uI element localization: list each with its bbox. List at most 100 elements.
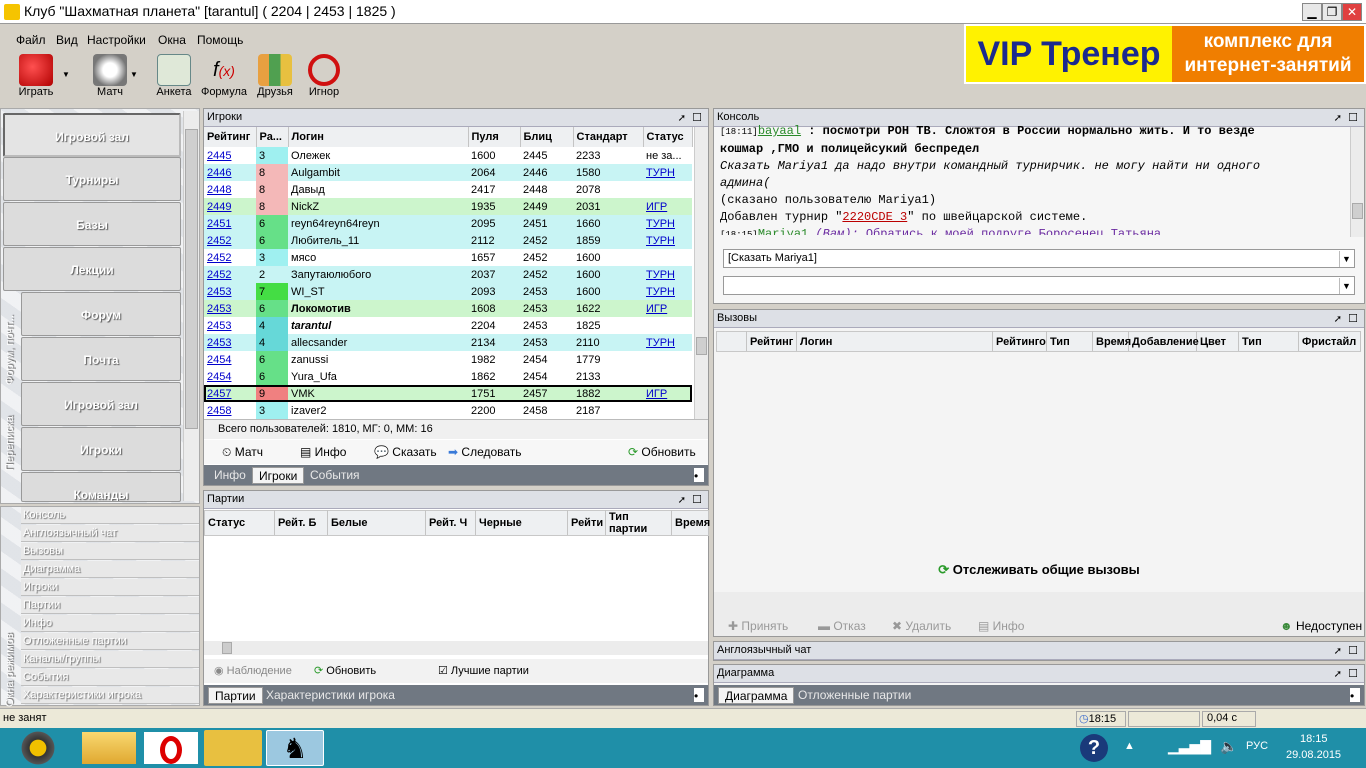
table-row[interactable]: 2457 9 VMK 1751 2457 1882 ИГР (204, 385, 692, 402)
nav-tournaments[interactable]: Турниры (3, 157, 181, 201)
nav-lectures[interactable]: Лекции (3, 247, 181, 291)
player-rating-link[interactable]: 2453 (204, 317, 256, 334)
match-action[interactable]: ⏲ Матч (222, 445, 263, 460)
games-refresh-button[interactable]: ⟳ Обновить (314, 664, 376, 677)
say-action[interactable]: 💬 Сказать (374, 445, 437, 459)
challenge-info-button[interactable]: ▤ Инфо (978, 619, 1024, 633)
taskbar-time[interactable]: 18:15 (1300, 733, 1328, 745)
games-col-header[interactable]: Рейт. Б (274, 510, 328, 536)
games-col-header[interactable]: Статус (204, 510, 275, 536)
menu-windows[interactable]: Окна (158, 33, 186, 47)
pin-icon[interactable]: ➚ (1334, 666, 1342, 683)
table-row[interactable]: 2454 6 zanussi 1982 2454 1779 (204, 351, 692, 368)
match-button[interactable]: Матч ▼ (80, 54, 140, 98)
tabs-menu-button[interactable]: • (694, 688, 704, 703)
table-row[interactable]: 2452 6 Любитель_11 2112 2452 1859 ТУРН (204, 232, 692, 249)
tab-player-stats[interactable]: Характеристики игрока (260, 687, 401, 704)
player-rating-link[interactable]: 2453 (204, 334, 256, 351)
player-rating-link[interactable]: 2454 (204, 368, 256, 385)
player-status[interactable]: ТУРН (643, 334, 692, 351)
tab-games[interactable]: Партии (208, 687, 263, 704)
games-col-header[interactable]: Рейти (567, 510, 606, 536)
profile-button[interactable]: Анкета (154, 54, 194, 98)
friends-button[interactable]: Друзья (254, 54, 296, 98)
table-row[interactable]: 2453 4 tarantul 2204 2453 1825 (204, 317, 692, 334)
players-col-header[interactable]: Ра... (256, 127, 289, 147)
player-rating-link[interactable]: 2449 (204, 198, 256, 215)
play-button[interactable]: Играть ▼ (6, 54, 70, 98)
table-row[interactable]: 2452 2 Запутаюлюбого 2037 2452 1600 ТУРН (204, 266, 692, 283)
nav-scroll-thumb[interactable] (185, 129, 198, 429)
table-row[interactable]: 2453 7 WI_ST 2093 2453 1600 ТУРН (204, 283, 692, 300)
console-scroll-thumb[interactable] (1352, 203, 1363, 219)
knight-app-icon[interactable]: ♞ (266, 730, 324, 766)
player-rating-link[interactable]: 2457 (204, 385, 256, 402)
players-col-header[interactable]: Стандарт (573, 127, 644, 147)
best-games-checkbox[interactable]: ☑ Лучшие партии (438, 664, 529, 677)
mode-diagram[interactable]: Диаграмма (21, 561, 199, 578)
formula-button[interactable]: f(x) Формула (200, 54, 248, 98)
player-status[interactable]: не за... (643, 147, 692, 164)
player-status[interactable]: ТУРН (643, 266, 692, 283)
table-row[interactable]: 2445 3 Олежек 1600 2445 2233 не за... (204, 147, 692, 164)
messaging-group-label[interactable]: Переписка (4, 411, 16, 471)
menu-help[interactable]: Помощь (197, 33, 243, 47)
player-rating-link[interactable]: 2445 (204, 147, 256, 164)
player-rating-link[interactable]: 2452 (204, 249, 256, 266)
nav-game-hall[interactable]: Игровой зал (3, 113, 181, 157)
delete-button[interactable]: ✖ Удалить (892, 619, 951, 633)
tabs-menu-button[interactable]: • (694, 468, 704, 483)
console-username[interactable]: Mariya1 (758, 227, 808, 235)
games-col-header[interactable]: Белые (327, 510, 426, 536)
tab-info[interactable]: Инфо (208, 467, 252, 484)
language-indicator[interactable]: РУС (1246, 740, 1268, 752)
network-icon[interactable]: ▁▃▅▇ (1168, 738, 1211, 755)
player-rating-link[interactable]: 2448 (204, 181, 256, 198)
tray-arrow-icon[interactable]: ▲ (1124, 740, 1135, 752)
mode-channels[interactable]: Каналы/группы (21, 651, 199, 668)
nav-mail[interactable]: Почта (21, 337, 181, 381)
table-row[interactable]: 2451 6 reyn64reyn64reyn 2095 2451 1660 ТУРН (204, 215, 692, 232)
chevron-down-icon[interactable]: ▼ (1339, 278, 1353, 294)
tab-adjourned[interactable]: Отложенные партии (792, 687, 917, 704)
player-status[interactable] (643, 249, 692, 266)
track-challenges-button[interactable]: ⟳ Отслеживать общие вызовы (714, 562, 1364, 578)
table-row[interactable]: 2452 3 мясо 1657 2452 1600 (204, 249, 692, 266)
console-scrollbar[interactable] (1350, 127, 1364, 237)
challenges-col-header[interactable]: Добавление (1128, 331, 1199, 352)
players-col-header[interactable]: Рейтинг (204, 127, 257, 147)
challenges-col-header[interactable]: Цвет (1196, 331, 1239, 352)
player-status[interactable]: ТУРН (643, 164, 692, 181)
volume-icon[interactable]: 🔈 (1220, 738, 1237, 755)
tab-diagram[interactable]: Диаграмма (718, 687, 795, 704)
say-to-select[interactable]: [Сказать Mariya1] ▼ (723, 249, 1355, 268)
tab-events[interactable]: События (304, 467, 366, 484)
menu-file[interactable]: Файл (16, 33, 46, 47)
player-status[interactable]: ТУРН (643, 215, 692, 232)
opera-icon[interactable] (142, 730, 200, 766)
player-status[interactable]: ТУРН (643, 283, 692, 300)
table-row[interactable]: 2453 6 Локомотив 1608 2453 1622 ИГР (204, 300, 692, 317)
nav-scrollbar[interactable] (183, 111, 199, 501)
media-player-icon[interactable] (18, 730, 58, 766)
command-input[interactable]: ▼ (723, 276, 1355, 295)
player-status[interactable]: ИГР (643, 198, 692, 215)
mode-players[interactable]: Игроки (21, 579, 199, 596)
menu-view[interactable]: Вид (56, 33, 78, 47)
player-rating-link[interactable]: 2446 (204, 164, 256, 181)
nav-msg-teams[interactable]: Команды (21, 472, 181, 502)
info-action[interactable]: ▤ Инфо (300, 445, 346, 459)
challenges-col-header[interactable]: Фристайл (1298, 331, 1361, 352)
challenges-col-header[interactable]: Время (1092, 331, 1131, 352)
player-rating-link[interactable]: 2458 (204, 402, 256, 419)
availability-status[interactable]: ☻ Недоступен (1280, 619, 1362, 633)
file-explorer-icon[interactable] (80, 730, 138, 766)
pin-icon[interactable]: ➚ (1334, 311, 1342, 328)
taskbar-date[interactable]: 29.08.2015 (1286, 749, 1341, 761)
games-hscroll-thumb[interactable] (222, 642, 232, 654)
mode-games[interactable]: Партии (21, 597, 199, 614)
player-status[interactable]: ИГР (643, 385, 692, 402)
table-row[interactable]: 2448 8 Давыд 2417 2448 2078 (204, 181, 692, 198)
player-status[interactable] (643, 351, 692, 368)
pin-icon[interactable]: ➚ (678, 110, 686, 127)
